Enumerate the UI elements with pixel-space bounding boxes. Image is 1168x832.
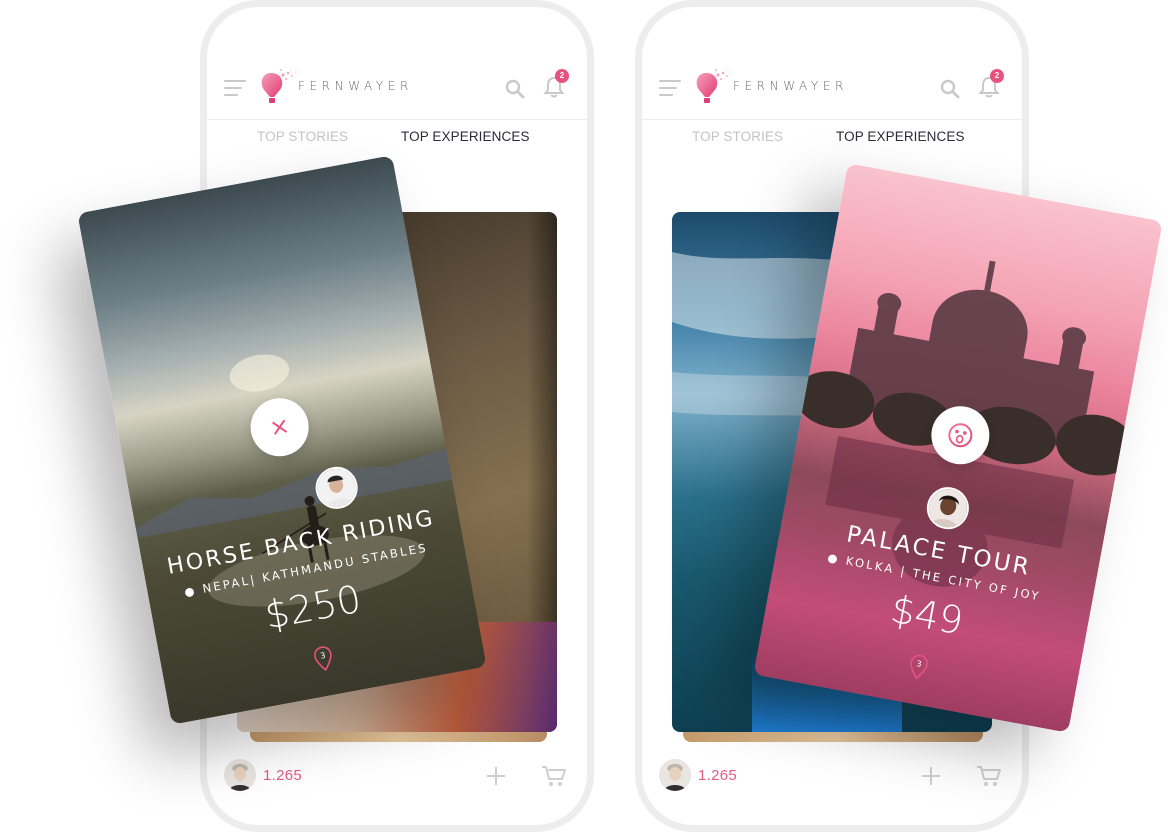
location-pin-icon: ● [183,583,198,600]
follower-count: 1.265 [263,767,303,784]
app-header: FERNWAYER 2 [642,63,1022,120]
bottom-bar: 1.265 [642,759,1022,803]
pin-number: 3 [916,659,923,669]
brand-name: FERNWAYER [298,79,413,93]
menu-icon[interactable] [659,80,681,96]
balloon-logo-icon [696,68,732,103]
add-icon[interactable] [486,766,506,786]
notification-badge: 2 [555,69,569,83]
location-pin-icon: ● [826,550,842,567]
bottom-bar: 1.265 [207,759,587,803]
menu-icon[interactable] [224,80,246,96]
tab-top-experiences[interactable]: TOP EXPERIENCES [836,129,965,144]
wow-emoji-icon [948,423,973,448]
search-icon[interactable] [940,79,960,99]
follower-count: 1.265 [698,767,738,784]
brand-name: FERNWAYER [733,79,848,93]
balloon-logo-icon [261,68,297,103]
reaction-button[interactable] [926,401,995,470]
notification-badge: 2 [990,69,1004,83]
tab-top-stories[interactable]: TOP STORIES [692,129,783,144]
dismiss-button[interactable] [245,393,314,462]
app-header: FERNWAYER 2 [207,63,587,120]
tab-top-stories[interactable]: TOP STORIES [257,129,348,144]
tab-top-experiences[interactable]: TOP EXPERIENCES [401,129,530,144]
card-stack-edge [250,732,547,742]
cart-icon[interactable] [541,764,567,788]
cart-icon[interactable] [976,764,1002,788]
avatar[interactable] [659,759,691,791]
avatar[interactable] [224,759,256,791]
card-stack-edge [683,732,983,742]
pin-number: 3 [320,651,327,661]
close-icon [272,419,288,435]
search-icon[interactable] [505,79,525,99]
add-icon[interactable] [921,766,941,786]
